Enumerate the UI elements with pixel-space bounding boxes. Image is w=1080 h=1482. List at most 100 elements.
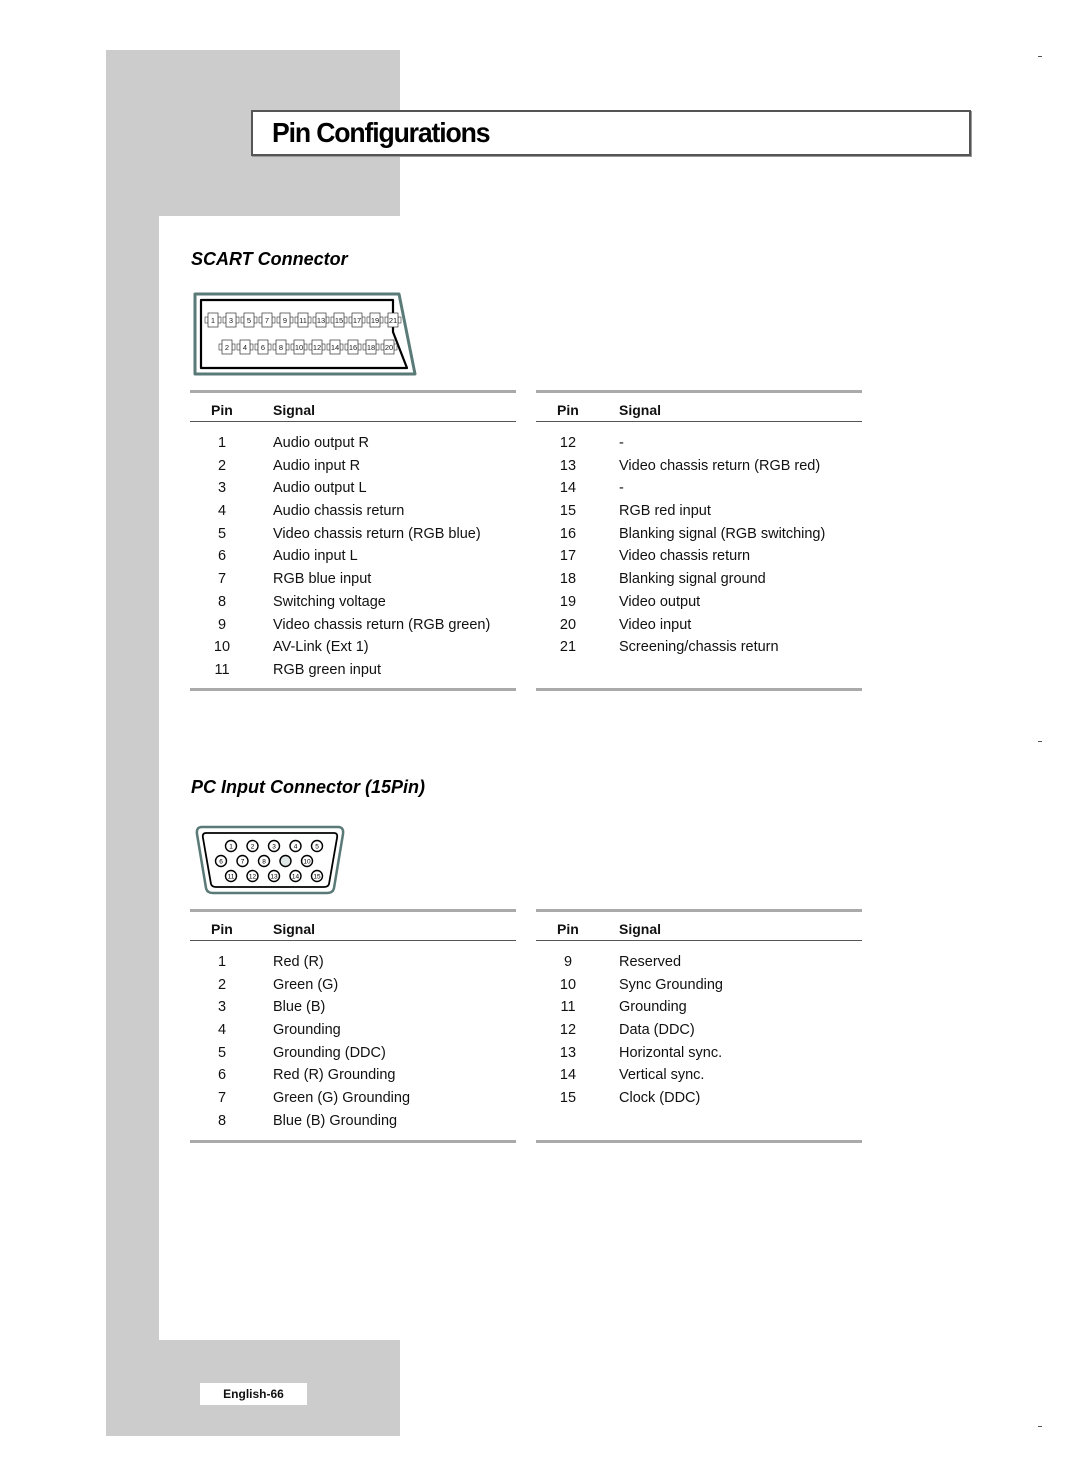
pin-signal: Switching voltage bbox=[273, 593, 386, 610]
pin-signal: Vertical sync. bbox=[619, 1067, 705, 1084]
pin-number: 10 bbox=[559, 976, 577, 993]
side-panel-strip bbox=[106, 216, 159, 1340]
table-row: 20 Video input bbox=[536, 615, 862, 638]
pin-number: 7 bbox=[217, 571, 227, 588]
pin-label: 19 bbox=[371, 316, 379, 325]
pin-signal: Audio input L bbox=[273, 548, 358, 565]
pin-signal: Audio output L bbox=[273, 480, 367, 497]
vga-pin: 15 bbox=[310, 869, 324, 883]
table-row: 8 Switching voltage bbox=[190, 592, 516, 615]
pin-label: 12 bbox=[249, 874, 257, 881]
vga-pin: 12 bbox=[246, 869, 259, 883]
pin-number: 19 bbox=[559, 593, 577, 610]
pin-label: 8 bbox=[279, 343, 283, 352]
vga-pin: 2 bbox=[246, 839, 259, 853]
pin-number: 5 bbox=[217, 1044, 227, 1061]
page-number: English-66 bbox=[200, 1383, 307, 1405]
pin-label: 5 bbox=[247, 316, 251, 325]
vga-pin: 10 bbox=[300, 854, 314, 868]
vga-pin bbox=[279, 854, 292, 868]
pin-label: 1 bbox=[229, 844, 233, 851]
pc-table-left: Pin Signal 1 Red (R) 2 Green (G) 3 Blue (B) 4 G… bbox=[190, 909, 516, 1143]
table-row: 13 Video chassis return (RGB red) bbox=[536, 456, 862, 479]
table-header: Pin Signal bbox=[536, 393, 862, 422]
pin-label: 6 bbox=[261, 343, 265, 352]
table-row: 21 Screening/chassis return bbox=[536, 637, 862, 660]
pin-signal: Horizontal sync. bbox=[619, 1044, 723, 1061]
pin-number: 20 bbox=[559, 616, 577, 633]
pin-signal: Green (G) bbox=[273, 976, 339, 993]
pin-signal: Red (R) bbox=[273, 954, 324, 970]
pin-label: 10 bbox=[295, 343, 303, 352]
pin-signal: Green (G) Grounding bbox=[273, 1090, 411, 1107]
pin-number: 3 bbox=[217, 999, 227, 1016]
table-row: 13 Horizontal sync. bbox=[536, 1043, 862, 1066]
table-header: Pin Signal bbox=[536, 912, 862, 941]
pin-signal: Reserved bbox=[619, 954, 682, 970]
table-row: 4 Grounding bbox=[190, 1020, 516, 1043]
table-row: 10 AV-Link (Ext 1) bbox=[190, 637, 516, 660]
pin-number: 17 bbox=[559, 548, 577, 565]
pin-number: 18 bbox=[559, 571, 577, 588]
pin-number: 11 bbox=[560, 999, 576, 1016]
pin-number: 11 bbox=[214, 661, 230, 678]
pin-signal: Audio input R bbox=[273, 457, 361, 474]
pin-signal: RGB blue input bbox=[273, 571, 372, 588]
pin-signal: Red (R) Grounding bbox=[273, 1067, 396, 1084]
pin-signal: Video input bbox=[619, 616, 692, 633]
pin-label: 13 bbox=[317, 316, 325, 325]
header-signal: Signal bbox=[619, 402, 662, 418]
pc-section-title: PC Input Connector (15Pin) bbox=[191, 777, 425, 797]
table-row: 1 Audio output R bbox=[190, 433, 516, 456]
table-row: 15 Clock (DDC) bbox=[536, 1088, 862, 1111]
header-pin: Pin bbox=[211, 402, 233, 418]
pin-number: 14 bbox=[559, 480, 577, 497]
table-row: 17 Video chassis return bbox=[536, 546, 862, 569]
table-row: 18 Blanking signal ground bbox=[536, 569, 862, 592]
table-row: 3 Blue (B) bbox=[190, 997, 516, 1020]
pin-label: 6 bbox=[219, 859, 223, 866]
crop-mark bbox=[1038, 1426, 1042, 1427]
table-row: 14 - bbox=[536, 478, 862, 501]
table-row: 2 Audio input R bbox=[190, 456, 516, 479]
pin-number: 13 bbox=[559, 457, 577, 474]
scart-section-title: SCART Connector bbox=[191, 249, 348, 269]
pin-number: 12 bbox=[559, 1022, 577, 1039]
pin-label: 10 bbox=[303, 859, 311, 866]
vga-connector-diagram: 1 2 3 4 56 7 8 1011 12 13 14 15 bbox=[195, 825, 345, 895]
pin-signal: Clock (DDC) bbox=[619, 1090, 701, 1107]
table-row: 6 Audio input L bbox=[190, 546, 516, 569]
pin-label: 4 bbox=[243, 343, 247, 352]
table-row: 5 Grounding (DDC) bbox=[190, 1043, 516, 1066]
pin-label: 7 bbox=[265, 316, 269, 325]
pin-signal: Video chassis return bbox=[619, 548, 751, 565]
pin-label: 14 bbox=[331, 343, 339, 352]
pin-label: 18 bbox=[367, 343, 375, 352]
table-row: 14 Vertical sync. bbox=[536, 1065, 862, 1088]
table-row: 11 RGB green input bbox=[190, 660, 516, 683]
table-row: 16 Blanking signal (RGB switching) bbox=[536, 524, 862, 547]
pin-label: 17 bbox=[353, 316, 361, 325]
pin-signal: Grounding bbox=[273, 1022, 341, 1039]
table-row: 12 Data (DDC) bbox=[536, 1020, 862, 1043]
pin-label: 16 bbox=[349, 343, 357, 352]
pin-label: 5 bbox=[315, 844, 319, 851]
pin-number: 4 bbox=[217, 1022, 227, 1039]
table-row: 7 Green (G) Grounding bbox=[190, 1088, 516, 1111]
pin-number: 12 bbox=[559, 435, 577, 451]
pin-label: 2 bbox=[225, 343, 229, 352]
pin-label: 15 bbox=[313, 874, 321, 881]
header-signal: Signal bbox=[273, 402, 316, 418]
table-row: 10 Sync Grounding bbox=[536, 975, 862, 998]
vga-pin: 11 bbox=[224, 869, 238, 883]
table-row: 11 Grounding bbox=[536, 997, 862, 1020]
page-title-box: Pin Configurations bbox=[251, 110, 971, 156]
pin-signal: RGB green input bbox=[273, 661, 382, 678]
pin-signal: Video chassis return (RGB blue) bbox=[273, 525, 481, 542]
pin-signal: Video chassis return (RGB green) bbox=[273, 616, 491, 633]
pin-signal: Data (DDC) bbox=[619, 1022, 695, 1039]
pin-number: 2 bbox=[217, 457, 227, 474]
pin-signal: - bbox=[619, 480, 624, 497]
pc-table-right: Pin Signal 9 Reserved 10 Sync Grounding 11 Gr… bbox=[536, 909, 862, 1143]
pin-number: 9 bbox=[217, 616, 227, 633]
